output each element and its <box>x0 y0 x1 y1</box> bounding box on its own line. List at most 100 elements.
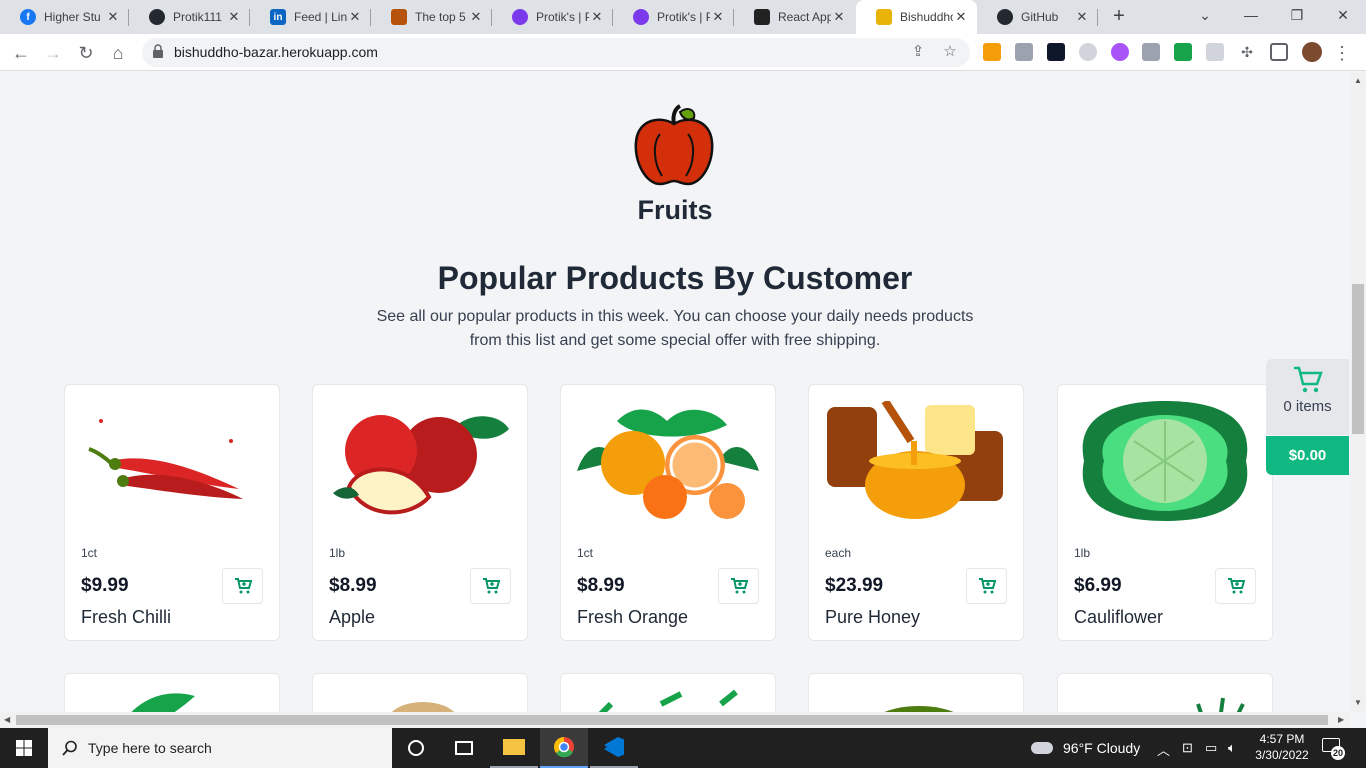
product-image-partial <box>598 689 738 712</box>
add-to-cart-button[interactable] <box>718 568 759 604</box>
product-card[interactable]: each $23.99 Pure Honey <box>808 384 1024 641</box>
reload-icon[interactable]: ↻ <box>74 41 98 65</box>
product-card[interactable]: 1ct $9.99 Fresh Chilli <box>64 384 280 641</box>
extension-icon[interactable] <box>1079 43 1097 61</box>
add-to-cart-button[interactable] <box>1215 568 1256 604</box>
apple-image <box>333 415 509 515</box>
close-icon[interactable]: ✕ <box>710 9 726 25</box>
tab-search-icon[interactable]: ⌄ <box>1182 0 1228 32</box>
file-explorer-icon[interactable] <box>490 728 538 768</box>
add-to-cart-button[interactable] <box>470 568 511 604</box>
search-icon <box>62 740 77 756</box>
window-close-icon[interactable]: ✕ <box>1320 0 1366 32</box>
address-bar[interactable]: bishuddho-bazar.herokuapp.com ⇪ ☆ <box>142 38 970 67</box>
forward-icon[interactable]: → <box>41 41 65 65</box>
close-icon[interactable]: ✕ <box>831 9 847 25</box>
product-card[interactable] <box>312 673 528 712</box>
network-icon[interactable]: ▭ <box>1205 740 1217 756</box>
chrome-icon[interactable] <box>540 728 588 768</box>
scrollbar-thumb[interactable] <box>16 715 1328 725</box>
product-name[interactable]: Fresh Orange <box>577 607 688 628</box>
search-placeholder: Type here to search <box>88 740 212 756</box>
portfolio-icon <box>633 9 649 25</box>
product-name[interactable]: Cauliflower <box>1074 607 1163 628</box>
task-view-icon[interactable] <box>440 728 488 768</box>
cart-plus-icon <box>978 578 996 594</box>
eyedropper-icon[interactable] <box>1015 43 1033 61</box>
weather-cloud-icon[interactable] <box>1020 728 1064 768</box>
bookmark-star-icon[interactable]: ☆ <box>940 42 960 62</box>
orange-image <box>577 409 759 519</box>
scroll-right-icon[interactable]: ▶ <box>1338 715 1344 724</box>
tray-chevron-icon[interactable]: ︿ <box>1157 740 1170 759</box>
product-card[interactable] <box>64 673 280 712</box>
windows-logo-icon <box>16 740 32 756</box>
scroll-down-icon[interactable]: ▼ <box>1354 698 1362 707</box>
puzzle-extensions-icon[interactable]: ✣ <box>1238 43 1256 61</box>
close-icon[interactable]: ✕ <box>953 9 969 25</box>
product-name[interactable]: Apple <box>329 607 375 628</box>
close-icon[interactable]: ✕ <box>347 9 363 25</box>
product-name[interactable]: Pure Honey <box>825 607 920 628</box>
vertical-scrollbar[interactable]: ▲ ▼ <box>1350 72 1366 712</box>
apple-category-icon[interactable] <box>632 104 716 188</box>
chrome-logo-icon <box>554 737 574 758</box>
horizontal-scrollbar[interactable]: ◀ ▶ <box>0 712 1350 728</box>
side-panel-icon[interactable] <box>1270 43 1288 61</box>
tab-7-active[interactable]: Bishuddho ✕ <box>856 0 977 34</box>
tab-3[interactable]: The top 5 ✕ <box>371 0 492 34</box>
back-icon[interactable]: ← <box>9 41 33 65</box>
scroll-up-icon[interactable]: ▲ <box>1354 76 1362 85</box>
weather-text[interactable]: 96°F Cloudy <box>1063 740 1140 756</box>
product-card[interactable] <box>808 673 1024 712</box>
new-tab-icon[interactable]: + <box>1108 6 1130 28</box>
close-icon[interactable]: ✕ <box>589 9 605 25</box>
cart-total[interactable]: $0.00 <box>1266 436 1349 475</box>
extension-folder-icon[interactable] <box>983 43 1001 61</box>
add-to-cart-button[interactable] <box>222 568 263 604</box>
product-card[interactable]: 1lb $6.99 Cauliflower <box>1057 384 1273 641</box>
windows-start-button[interactable] <box>0 728 48 768</box>
close-icon[interactable]: ✕ <box>1074 9 1090 25</box>
menu-kebab-icon[interactable]: ⋮ <box>1330 41 1354 65</box>
security-shield-icon[interactable] <box>1206 43 1224 61</box>
tab-0[interactable]: f Higher Stu ✕ <box>0 0 129 34</box>
product-card[interactable]: 1ct $8.99 Fresh Orange <box>560 384 776 641</box>
tray-device-icon[interactable]: ⊡ <box>1182 740 1193 756</box>
tab-5[interactable]: Protik's | P ✕ <box>613 0 734 34</box>
notification-icon[interactable]: 20 <box>1322 738 1345 760</box>
scrollbar-thumb[interactable] <box>1352 284 1364 434</box>
maximize-icon[interactable]: ❐ <box>1274 0 1320 32</box>
floating-cart[interactable]: 0 items <box>1266 359 1349 435</box>
close-icon[interactable]: ✕ <box>105 9 121 25</box>
tab-title: Feed | Link <box>294 10 347 24</box>
tab-2[interactable]: in Feed | Link ✕ <box>250 0 371 34</box>
product-name[interactable]: Fresh Chilli <box>81 607 171 628</box>
add-to-cart-button[interactable] <box>966 568 1007 604</box>
color-picker-icon[interactable] <box>1111 43 1129 61</box>
product-image-partial <box>131 693 195 712</box>
close-icon[interactable]: ✕ <box>226 9 242 25</box>
share-icon[interactable]: ⇪ <box>908 42 928 62</box>
clock[interactable]: 4:57 PM 3/30/2022 <box>1254 731 1310 763</box>
scroll-left-icon[interactable]: ◀ <box>4 715 10 724</box>
tab-6[interactable]: React App ✕ <box>734 0 855 34</box>
shield-icon[interactable] <box>1142 43 1160 61</box>
close-icon[interactable]: ✕ <box>468 9 484 25</box>
react-devtools-icon[interactable] <box>1047 43 1065 61</box>
avatar[interactable] <box>1302 42 1322 62</box>
vscode-icon[interactable] <box>590 728 638 768</box>
product-card[interactable] <box>1057 673 1273 712</box>
product-card[interactable] <box>560 673 776 712</box>
product-card[interactable]: 1lb $8.99 Apple <box>312 384 528 641</box>
volume-icon[interactable]: 🔈︎ <box>1228 740 1236 756</box>
tab-8[interactable]: GitHub ✕ <box>977 0 1098 34</box>
extension-badge-icon[interactable] <box>1174 43 1192 61</box>
taskbar-search[interactable]: Type here to search <box>48 728 392 768</box>
tab-4[interactable]: Protik's | P ✕ <box>492 0 613 34</box>
tab-1[interactable]: Protik111 ( ✕ <box>129 0 250 34</box>
home-icon[interactable]: ⌂ <box>106 41 130 65</box>
cortana-icon[interactable] <box>392 728 440 768</box>
category-title[interactable]: Fruits <box>0 195 1350 226</box>
minimize-icon[interactable]: — <box>1228 0 1274 32</box>
